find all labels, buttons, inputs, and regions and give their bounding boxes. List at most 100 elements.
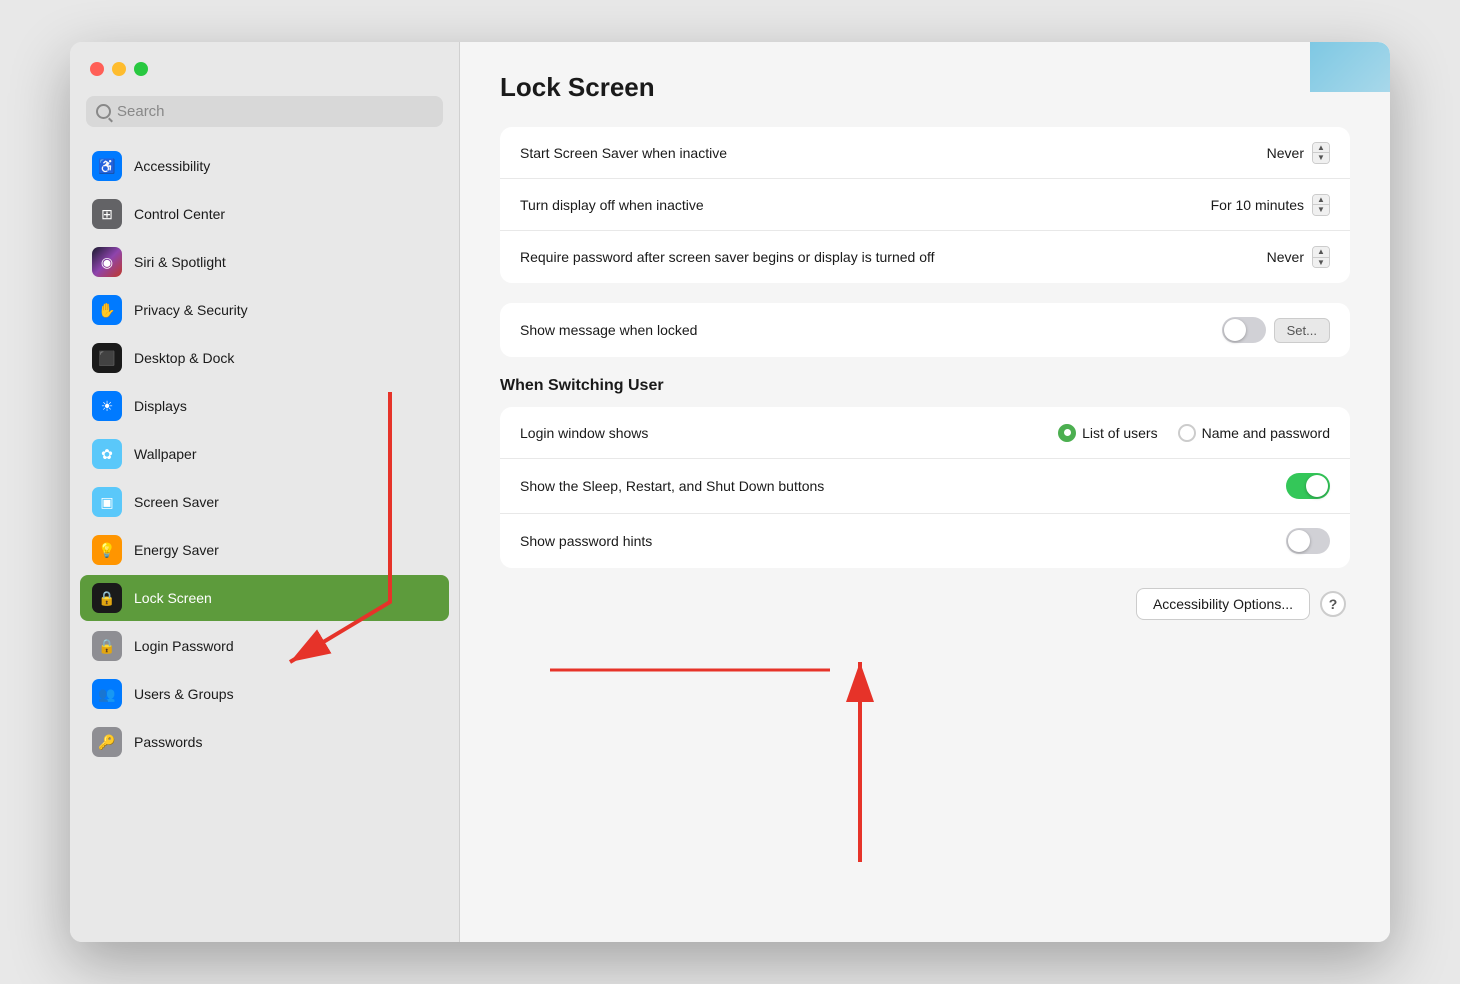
require-password-label: Require password after screen saver begi… [520,249,1267,265]
minimize-button[interactable] [112,62,126,76]
password-hints-toggle[interactable] [1286,528,1330,554]
sidebar-label-accessibility: Accessibility [134,158,210,174]
sidebar-label-lock-screen: Lock Screen [134,590,212,606]
radio-label-name: Name and password [1202,425,1330,441]
sidebar-item-lock-screen[interactable]: 🔒 Lock Screen [80,575,449,621]
sidebar-item-desktop[interactable]: ⬛ Desktop & Dock [80,335,449,381]
sidebar-item-accessibility[interactable]: ♿ Accessibility [80,143,449,189]
toggle-knob [1288,530,1310,552]
sidebar-item-energy[interactable]: 💡 Energy Saver [80,527,449,573]
display-off-stepper[interactable]: ▲ ▼ [1312,194,1330,216]
stepper-down-icon[interactable]: ▼ [1313,205,1329,215]
sidebar-label-desktop: Desktop & Dock [134,350,234,366]
radio-name-and-password[interactable]: Name and password [1178,424,1330,442]
stepper-up-icon[interactable]: ▲ [1313,143,1329,154]
accessibility-options-button[interactable]: Accessibility Options... [1136,588,1310,620]
sidebar-item-login-password[interactable]: 🔒 Login Password [80,623,449,669]
sidebar-item-displays[interactable]: ☀ Displays [80,383,449,429]
page-title: Lock Screen [500,72,1350,103]
sidebar-icon-energy: 💡 [92,535,122,565]
sidebar-item-control-center[interactable]: ⊞ Control Center [80,191,449,237]
login-window-label: Login window shows [520,425,1058,441]
set-button[interactable]: Set... [1274,318,1330,343]
sidebar-icon-screensaver: ▣ [92,487,122,517]
require-password-control: Never ▲ ▼ [1267,246,1330,268]
sleep-restart-label: Show the Sleep, Restart, and Shut Down b… [520,478,1286,494]
stepper-up-icon[interactable]: ▲ [1313,195,1329,206]
screen-settings-section: Start Screen Saver when inactive Never ▲… [500,127,1350,283]
bottom-bar: Accessibility Options... ? [500,588,1350,620]
search-bar[interactable]: Search [86,96,443,127]
sidebar-icon-login-password: 🔒 [92,631,122,661]
require-password-value: Never [1267,249,1304,265]
sidebar-label-wallpaper: Wallpaper [134,446,197,462]
sidebar-icon-passwords: 🔑 [92,727,122,757]
screen-saver-control: Never ▲ ▼ [1267,142,1330,164]
sidebar-label-passwords: Passwords [134,734,202,750]
radio-label-list: List of users [1082,425,1157,441]
search-icon [96,104,111,119]
password-hints-label: Show password hints [520,533,1286,549]
display-off-label: Turn display off when inactive [520,197,1211,213]
sidebar-label-users-groups: Users & Groups [134,686,234,702]
show-message-toggle[interactable] [1222,317,1266,343]
require-password-stepper[interactable]: ▲ ▼ [1312,246,1330,268]
sidebar-label-control-center: Control Center [134,206,225,222]
search-placeholder: Search [117,103,165,120]
toggle-knob [1224,319,1246,341]
sidebar-icon-displays: ☀ [92,391,122,421]
display-off-value: For 10 minutes [1211,197,1304,213]
sidebar-icon-privacy: ✋ [92,295,122,325]
sidebar-label-privacy: Privacy & Security [134,302,248,318]
show-message-label: Show message when locked [520,322,1222,338]
close-button[interactable] [90,62,104,76]
display-off-row: Turn display off when inactive For 10 mi… [500,179,1350,231]
switching-user-section: Login window shows List of users Name an… [500,407,1350,568]
login-window-row: Login window shows List of users Name an… [500,407,1350,459]
password-hints-row: Show password hints [500,514,1350,568]
sidebar-item-siri[interactable]: ◉ Siri & Spotlight [80,239,449,285]
radio-list-of-users[interactable]: List of users [1058,424,1157,442]
sidebar-label-screensaver: Screen Saver [134,494,219,510]
sleep-restart-control [1286,473,1330,499]
sidebar-icon-desktop: ⬛ [92,343,122,373]
toggle-knob [1306,475,1328,497]
screen-saver-stepper[interactable]: ▲ ▼ [1312,142,1330,164]
sidebar-icon-accessibility: ♿ [92,151,122,181]
show-message-row: Show message when locked Set... [500,303,1350,357]
sidebar-item-users-groups[interactable]: 👥 Users & Groups [80,671,449,717]
password-hints-control [1286,528,1330,554]
stepper-up-icon[interactable]: ▲ [1313,247,1329,258]
help-button[interactable]: ? [1320,591,1346,617]
screen-saver-label: Start Screen Saver when inactive [520,145,1267,161]
stepper-down-icon[interactable]: ▼ [1313,153,1329,163]
sidebar-label-displays: Displays [134,398,187,414]
sleep-restart-row: Show the Sleep, Restart, and Shut Down b… [500,459,1350,514]
sidebar-item-screensaver[interactable]: ▣ Screen Saver [80,479,449,525]
sidebar-icon-lock-screen: 🔒 [92,583,122,613]
require-password-row: Require password after screen saver begi… [500,231,1350,283]
sidebar: Search ♿ Accessibility ⊞ Control Center ◉ Sir… [70,42,460,942]
maximize-button[interactable] [134,62,148,76]
radio-group: List of users Name and password [1058,424,1330,442]
sidebar-item-passwords[interactable]: 🔑 Passwords [80,719,449,765]
sidebar-icon-users-groups: 👥 [92,679,122,709]
sidebar-item-privacy[interactable]: ✋ Privacy & Security [80,287,449,333]
display-off-control: For 10 minutes ▲ ▼ [1211,194,1330,216]
sidebar-list: ♿ Accessibility ⊞ Control Center ◉ Siri & Spo… [70,143,459,942]
sidebar-icon-control-center: ⊞ [92,199,122,229]
sidebar-icon-siri: ◉ [92,247,122,277]
show-message-control: Set... [1222,317,1330,343]
screen-saver-row: Start Screen Saver when inactive Never ▲… [500,127,1350,179]
sidebar-label-siri: Siri & Spotlight [134,254,226,270]
traffic-lights [70,62,459,96]
radio-circle-list[interactable] [1058,424,1076,442]
switching-user-header: When Switching User [500,377,1350,395]
sidebar-label-energy: Energy Saver [134,542,219,558]
radio-circle-name[interactable] [1178,424,1196,442]
stepper-down-icon[interactable]: ▼ [1313,258,1329,268]
sidebar-item-wallpaper[interactable]: ✿Wallpaper [80,431,449,477]
sleep-restart-toggle[interactable] [1286,473,1330,499]
sidebar-label-login-password: Login Password [134,638,234,654]
message-section: Show message when locked Set... [500,303,1350,357]
